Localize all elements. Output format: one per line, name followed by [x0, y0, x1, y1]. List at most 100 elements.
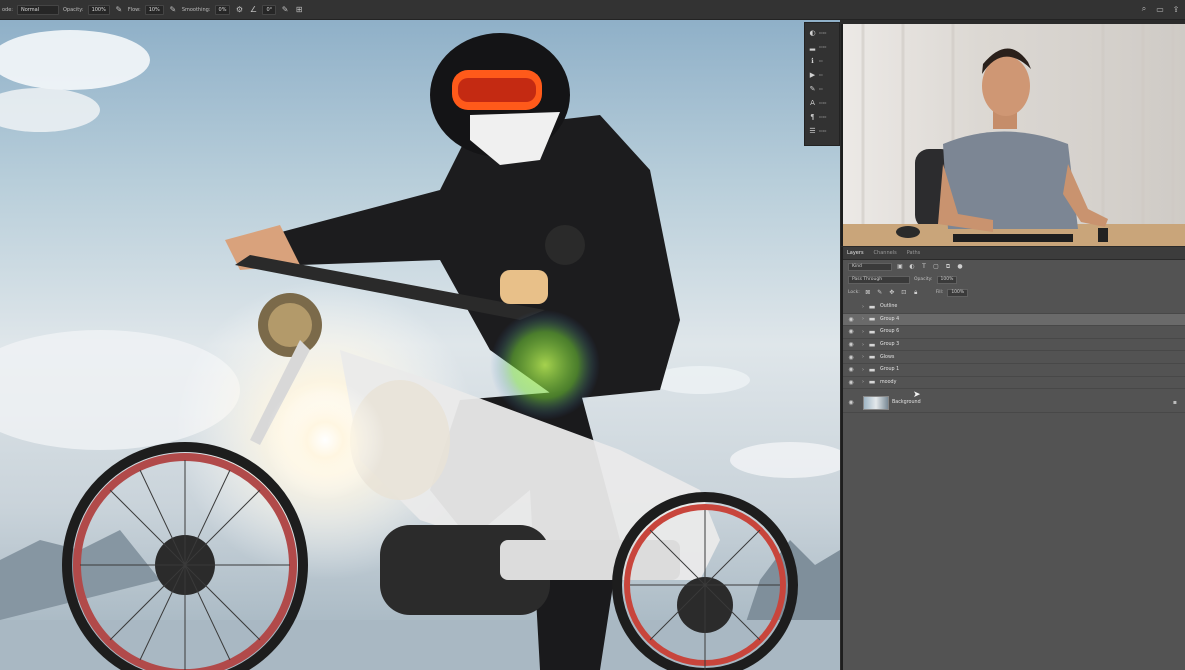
- layer-name: Group 1: [880, 367, 900, 373]
- layer-row-moody[interactable]: ◉ › ▬ moody: [843, 377, 1185, 390]
- collapsed-panels-dock: ◐ ▭▭ ▂ ▭▭ ℹ ▭ ▶ ▭ ✎ ▭ A ▭▭ ¶ ▭▭ ☰ ▭▭: [804, 22, 840, 146]
- smoothing-label: Smoothing:: [181, 6, 211, 13]
- share-icon[interactable]: ⇪: [1171, 4, 1181, 14]
- play-icon: ▶: [809, 70, 816, 79]
- paragraph-panel-button[interactable]: ¶ ▭▭: [808, 111, 836, 122]
- lock-all-icon[interactable]: 🔒︎: [912, 289, 920, 297]
- layer-filter-row: Kind ▣ ◐ T ▢ ⧉ ●: [843, 260, 1185, 273]
- eye-icon[interactable]: ◉: [843, 399, 859, 406]
- layers-panel: Layers Channels Paths Kind ▣ ◐ T ▢ ⧉ ● P…: [841, 247, 1185, 670]
- chevron-right-icon[interactable]: ›: [859, 304, 867, 310]
- character-panel-button[interactable]: A ▭▭: [808, 97, 836, 108]
- lock-icon: ▪: [1172, 399, 1177, 407]
- folder-icon: ▬: [868, 365, 876, 374]
- folder-icon: ▬: [868, 302, 876, 311]
- lock-label: Lock:: [848, 290, 860, 295]
- angle-icon: ∠: [249, 5, 258, 14]
- layer-row-background[interactable]: ◉ Background ▪: [843, 393, 1185, 414]
- chevron-right-icon[interactable]: ›: [859, 329, 867, 335]
- lock-transparent-icon[interactable]: ⊠: [864, 289, 872, 297]
- filter-shape-icon[interactable]: ▢: [932, 263, 940, 271]
- layer-opacity-label: Opacity:: [914, 277, 933, 282]
- layer-row-outline[interactable]: › ▬ Outline: [843, 301, 1185, 314]
- layer-name: Background: [892, 400, 921, 406]
- chevron-right-icon[interactable]: ›: [859, 354, 867, 360]
- chevron-right-icon[interactable]: ›: [859, 316, 867, 322]
- paragraph-icon: ¶: [810, 112, 815, 121]
- fill-label: Fill:: [935, 290, 944, 295]
- layers-list: › ▬ Outline ◉ › ▬ Group 4 ◉ › ▬ Group 6 …: [843, 301, 1185, 414]
- flow-field[interactable]: 10%: [144, 4, 164, 15]
- filter-type-icon[interactable]: T: [920, 263, 928, 271]
- mouse-cursor-icon: ➤: [913, 390, 921, 400]
- layer-name: Outline: [880, 304, 898, 310]
- adjustments-panel-button[interactable]: ◐ ▭▭: [808, 27, 836, 38]
- folder-icon: ▬: [868, 378, 876, 387]
- angle-field[interactable]: 0°: [262, 4, 277, 15]
- layers-panel-tabs: Layers Channels Paths: [843, 247, 1185, 260]
- opacity-label: Opacity:: [63, 6, 84, 13]
- info-icon: ℹ: [811, 56, 814, 65]
- smoothing-field[interactable]: 0%: [214, 4, 231, 15]
- filter-smart-object-icon[interactable]: ⧉: [944, 263, 952, 271]
- layer-name: Group 6: [880, 329, 900, 335]
- eye-icon[interactable]: ◉: [843, 379, 859, 386]
- fill-field[interactable]: 100%: [947, 288, 969, 297]
- eye-icon[interactable]: ◉: [843, 328, 859, 335]
- pressure-size-icon[interactable]: ✎: [280, 5, 290, 15]
- lock-position-icon[interactable]: ✥: [888, 289, 896, 297]
- brush-panel-button[interactable]: ✎ ▭: [808, 83, 836, 94]
- layer-thumbnail: [863, 395, 889, 410]
- webcam-overlay: [841, 24, 1185, 246]
- pressure-opacity-icon[interactable]: ✎: [114, 5, 124, 15]
- eye-icon[interactable]: ◉: [843, 354, 859, 361]
- chevron-right-icon[interactable]: ›: [859, 367, 867, 373]
- filter-pixel-icon[interactable]: ▣: [896, 263, 904, 271]
- mode-select[interactable]: Normal: [17, 4, 59, 15]
- symmetry-icon[interactable]: ⊞: [294, 5, 304, 15]
- actions-panel-button[interactable]: ▶ ▭: [808, 69, 836, 80]
- histogram-panel-button[interactable]: ▂ ▭▭: [808, 41, 836, 52]
- character-icon: A: [810, 98, 815, 107]
- workspace-icon[interactable]: ▭: [1155, 4, 1165, 14]
- layer-filter-kind-select[interactable]: Kind: [848, 262, 892, 271]
- chevron-right-icon[interactable]: ›: [859, 342, 867, 348]
- properties-icon: ☰: [809, 126, 816, 135]
- search-icon[interactable]: ⌕: [1139, 4, 1149, 14]
- tab-layers[interactable]: Layers: [847, 250, 864, 256]
- filter-toggle-icon[interactable]: ●: [956, 263, 964, 271]
- lock-image-icon[interactable]: ✎: [876, 289, 884, 297]
- layer-name: Glows: [880, 354, 895, 360]
- opacity-field[interactable]: 100%: [87, 4, 110, 15]
- gear-icon[interactable]: ⚙: [234, 5, 244, 15]
- options-bar: ode: Normal Opacity: 100% ✎ Flow: 10% ✎ …: [0, 0, 1185, 20]
- chevron-right-icon[interactable]: ›: [859, 379, 867, 385]
- airbrush-icon[interactable]: ✎: [168, 5, 178, 15]
- eye-icon[interactable]: ◉: [843, 366, 859, 373]
- filter-adjustment-icon[interactable]: ◐: [908, 263, 916, 271]
- layer-row-group-4[interactable]: ◉ › ▬ Group 4: [843, 313, 1185, 327]
- document-canvas[interactable]: [0, 20, 840, 670]
- layer-row-glows[interactable]: ◉ › ▬ Glows: [843, 351, 1185, 364]
- histogram-icon: ▂: [809, 42, 816, 51]
- layer-name: Group 3: [880, 342, 900, 348]
- layer-opacity-field[interactable]: 100%: [936, 275, 958, 284]
- folder-icon: ▬: [868, 327, 876, 336]
- adjustments-icon: ◐: [809, 28, 816, 37]
- folder-icon: ▬: [868, 315, 876, 324]
- brush-icon: ✎: [809, 84, 816, 93]
- tab-paths[interactable]: Paths: [907, 250, 921, 256]
- layer-row-group-6[interactable]: ◉ › ▬ Group 6: [843, 326, 1185, 339]
- folder-icon: ▬: [868, 340, 876, 349]
- eye-icon[interactable]: ◉: [843, 316, 859, 323]
- blend-mode-select[interactable]: Pass Through: [848, 275, 910, 284]
- properties-panel-button[interactable]: ☰ ▭▭: [808, 125, 836, 136]
- mode-label: ode:: [2, 6, 13, 13]
- info-panel-button[interactable]: ℹ ▭: [808, 55, 836, 66]
- layer-row-group-3[interactable]: ◉ › ▬ Group 3: [843, 339, 1185, 352]
- layer-row-group-1[interactable]: ◉ › ▬ Group 1: [843, 364, 1185, 377]
- lock-artboard-icon[interactable]: ⊡: [900, 289, 908, 297]
- tab-channels[interactable]: Channels: [874, 250, 897, 256]
- eye-icon[interactable]: ◉: [843, 341, 859, 348]
- options-right-icons: ⌕ ▭ ⇪: [1139, 4, 1181, 14]
